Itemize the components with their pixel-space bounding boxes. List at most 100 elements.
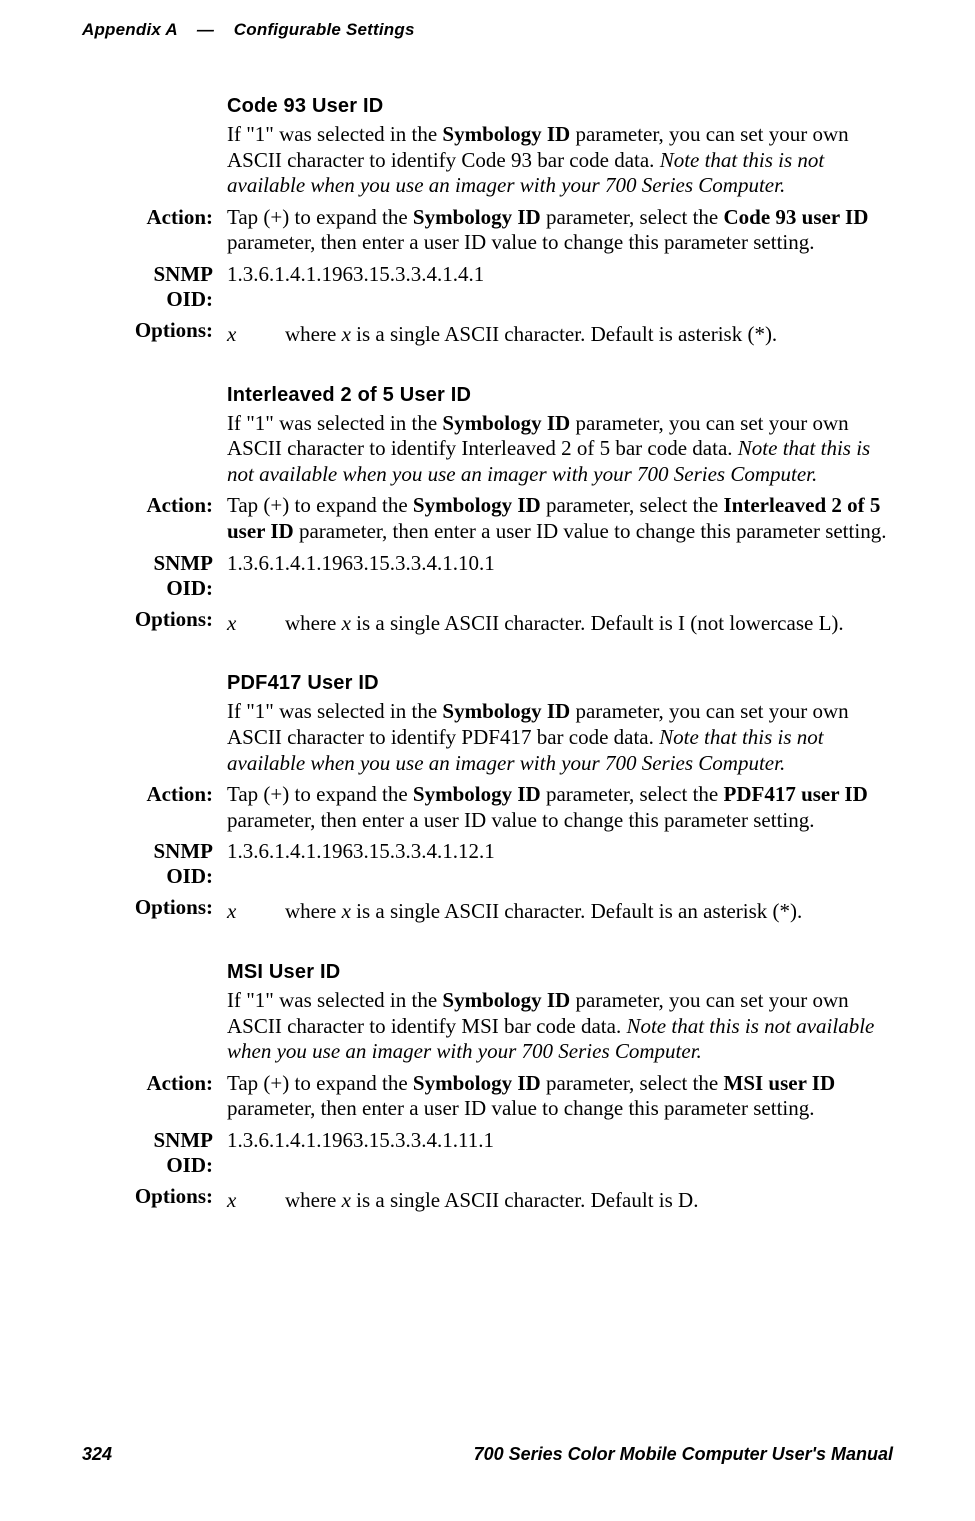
opt-italic: x [342,611,351,635]
action-row: Action: Tap (+) to expand the Symbology … [117,493,893,544]
opt-text: where [285,611,342,635]
section-title: Interleaved 2 of 5 User ID [227,384,893,407]
page-number: 324 [82,1444,112,1465]
running-header: Appendix A — Configurable Settings [82,20,893,40]
opt-text: is a single ASCII character. Default is … [351,322,777,346]
action-text: parameter, then enter a user ID value to… [227,1096,815,1120]
action-row: Action: Tap (+) to expand the Symbology … [117,205,893,256]
option-x: x [227,611,285,637]
action-label: Action: [117,782,227,807]
footer-title: 700 Series Color Mobile Computer User's … [474,1444,893,1465]
action-text: Tap (+) to expand the [227,205,413,229]
action-bold: PDF417 user ID [724,782,868,806]
action-text: parameter, select the [541,1071,724,1095]
option-x: x [227,322,285,348]
option-desc: where x is a single ASCII character. Def… [285,322,893,348]
action-text: Tap (+) to expand the [227,1071,413,1095]
action-text: Tap (+) to expand the [227,493,413,517]
options-row: Options: x where x is a single ASCII cha… [117,318,893,354]
desc-text: If "1" was selected in the [227,988,442,1012]
header-dash: — [197,20,214,39]
options-row: Options: x where x is a single ASCII cha… [117,1184,893,1220]
content-area: Code 93 User ID If "1" was selected in t… [117,95,893,1220]
section-desc: If "1" was selected in the Symbology ID … [227,411,893,488]
section-title: MSI User ID [227,961,893,984]
action-bold: Code 93 user ID [724,205,869,229]
action-bold: Symbology ID [413,205,541,229]
options-label: Options: [117,895,227,920]
desc-bold: Symbology ID [442,411,570,435]
options-label: Options: [117,318,227,343]
snmp-value: 1.3.6.1.4.1.1963.15.3.3.4.1.4.1 [227,262,893,288]
options-value: x where x is a single ASCII character. D… [227,322,893,348]
action-row: Action: Tap (+) to expand the Symbology … [117,1071,893,1122]
section-code93: Code 93 User ID If "1" was selected in t… [117,95,893,354]
opt-text: where [285,1188,342,1212]
options-row: Options: x where x is a single ASCII cha… [117,607,893,643]
action-label: Action: [117,1071,227,1096]
action-bold: Symbology ID [413,1071,541,1095]
options-value: x where x is a single ASCII character. D… [227,1188,893,1214]
option-desc: where x is a single ASCII character. Def… [285,611,893,637]
action-text: parameter, select the [541,493,724,517]
page: Appendix A — Configurable Settings Code … [0,0,975,1521]
opt-text: is a single ASCII character. Default is … [351,1188,699,1212]
action-value: Tap (+) to expand the Symbology ID param… [227,493,893,544]
options-label: Options: [117,607,227,632]
action-value: Tap (+) to expand the Symbology ID param… [227,1071,893,1122]
opt-text: is a single ASCII character. Default is … [351,611,844,635]
section-desc: If "1" was selected in the Symbology ID … [227,699,893,776]
section-title: Code 93 User ID [227,95,893,118]
snmp-label: SNMP OID: [117,262,227,312]
option-x: x [227,899,285,925]
opt-italic: x [342,322,351,346]
action-bold: Symbology ID [413,493,541,517]
snmp-row: SNMP OID: 1.3.6.1.4.1.1963.15.3.3.4.1.12… [117,839,893,889]
header-appendix: Appendix A [82,20,177,39]
action-text: Tap (+) to expand the [227,782,413,806]
options-value: x where x is a single ASCII character. D… [227,899,893,925]
options-row: Options: x where x is a single ASCII cha… [117,895,893,931]
snmp-row: SNMP OID: 1.3.6.1.4.1.1963.15.3.3.4.1.11… [117,1128,893,1178]
snmp-label: SNMP OID: [117,1128,227,1178]
opt-text: where [285,322,342,346]
action-text: parameter, then enter a user ID value to… [227,808,815,832]
header-title: Configurable Settings [234,20,415,39]
action-bold: MSI user ID [724,1071,836,1095]
action-row: Action: Tap (+) to expand the Symbology … [117,782,893,833]
action-bold: Symbology ID [413,782,541,806]
section-msi: MSI User ID If "1" was selected in the S… [117,961,893,1220]
section-interleaved2of5: Interleaved 2 of 5 User ID If "1" was se… [117,384,893,643]
desc-bold: Symbology ID [442,988,570,1012]
snmp-value: 1.3.6.1.4.1.1963.15.3.3.4.1.11.1 [227,1128,893,1154]
snmp-row: SNMP OID: 1.3.6.1.4.1.1963.15.3.3.4.1.10… [117,551,893,601]
desc-bold: Symbology ID [442,122,570,146]
desc-text: If "1" was selected in the [227,122,442,146]
snmp-label: SNMP OID: [117,551,227,601]
options-label: Options: [117,1184,227,1209]
option-desc: where x is a single ASCII character. Def… [285,899,893,925]
option-x: x [227,1188,285,1214]
action-value: Tap (+) to expand the Symbology ID param… [227,782,893,833]
desc-text: If "1" was selected in the [227,699,442,723]
action-text: parameter, select the [541,782,724,806]
section-pdf417: PDF417 User ID If "1" was selected in th… [117,672,893,931]
options-value: x where x is a single ASCII character. D… [227,611,893,637]
action-text: parameter, select the [541,205,724,229]
section-title: PDF417 User ID [227,672,893,695]
section-desc: If "1" was selected in the Symbology ID … [227,988,893,1065]
action-text: parameter, then enter a user ID value to… [294,519,887,543]
snmp-value: 1.3.6.1.4.1.1963.15.3.3.4.1.12.1 [227,839,893,865]
section-desc: If "1" was selected in the Symbology ID … [227,122,893,199]
desc-text: If "1" was selected in the [227,411,442,435]
option-desc: where x is a single ASCII character. Def… [285,1188,893,1214]
page-footer: 324 700 Series Color Mobile Computer Use… [82,1444,893,1465]
snmp-value: 1.3.6.1.4.1.1963.15.3.3.4.1.10.1 [227,551,893,577]
action-value: Tap (+) to expand the Symbology ID param… [227,205,893,256]
opt-italic: x [342,1188,351,1212]
action-label: Action: [117,493,227,518]
desc-bold: Symbology ID [442,699,570,723]
action-label: Action: [117,205,227,230]
opt-text: where [285,899,342,923]
opt-text: is a single ASCII character. Default is … [351,899,802,923]
